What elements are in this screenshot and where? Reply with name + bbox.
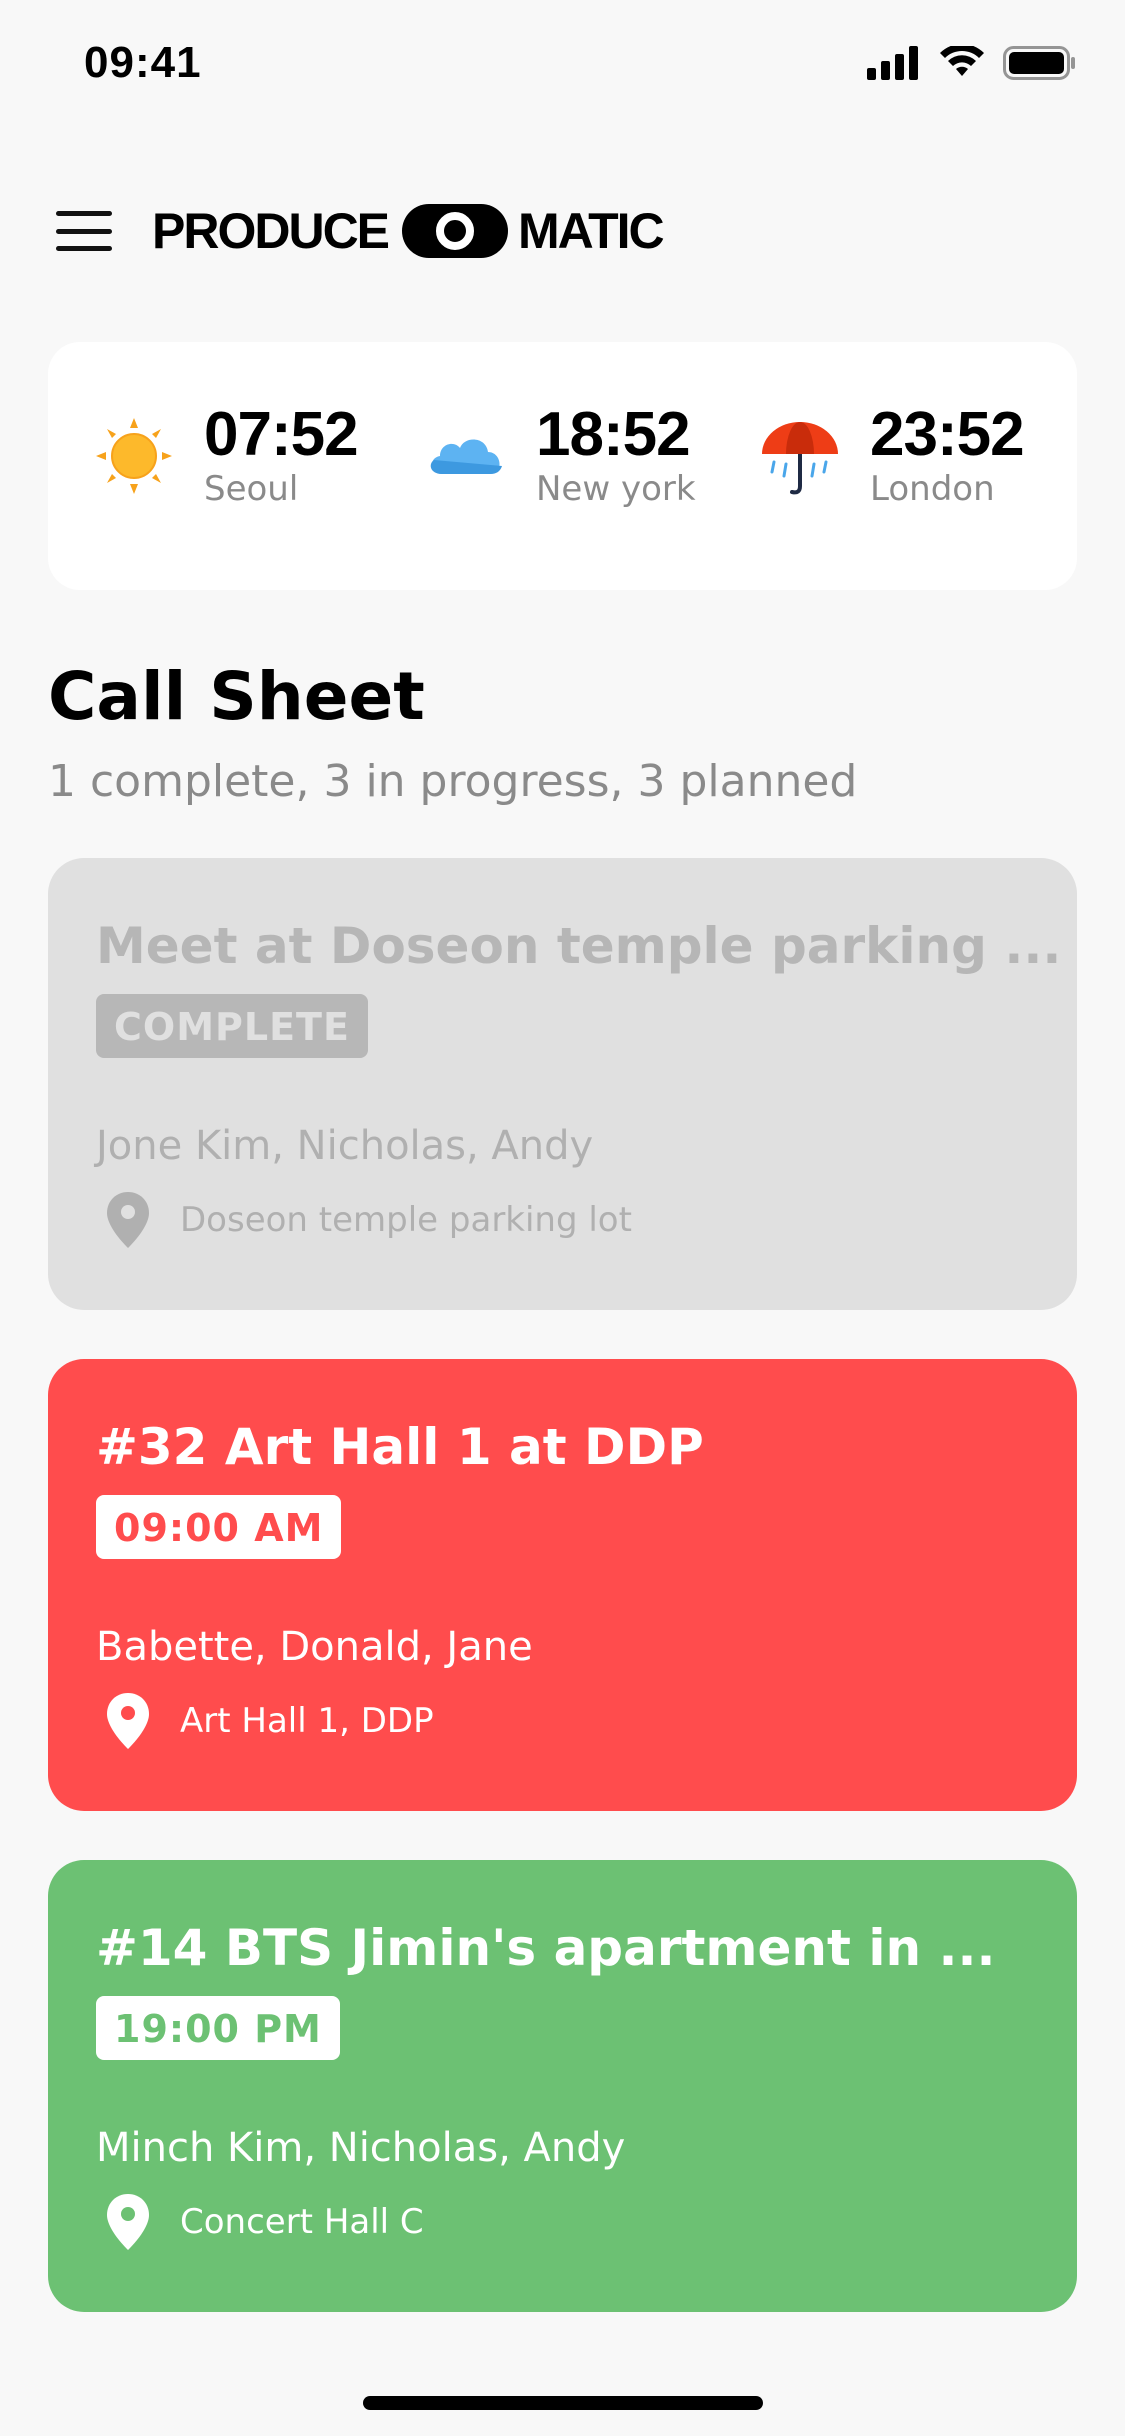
call-sheet-card[interactable]: Meet at Doseon temple parking ... COMPLE… — [48, 858, 1077, 1310]
weather-time: 07:52 — [204, 400, 359, 469]
umbrella-icon — [762, 422, 838, 495]
wifi-icon — [940, 46, 984, 76]
weather-city: Seoul — [204, 469, 299, 509]
call-sheet-summary: 1 complete, 3 in progress, 3 planned — [48, 756, 858, 807]
weather-city: London — [870, 469, 995, 509]
weather-item-new-york: 18:52 New york — [424, 402, 696, 510]
card-people: Jone Kim, Nicholas, Andy — [96, 1123, 594, 1169]
card-title: Meet at Doseon temple parking ... — [96, 917, 1062, 975]
card-location: Art Hall 1, DDP — [96, 1691, 1029, 1751]
card-people: Babette, Donald, Jane — [96, 1624, 533, 1670]
weather-time: 18:52 — [536, 400, 691, 469]
card-people: Minch Kim, Nicholas, Andy — [96, 2125, 626, 2171]
app-logo: PRODUCE MATIC — [152, 202, 665, 260]
location-pin-icon — [107, 2194, 149, 2250]
page-title: Call Sheet — [48, 658, 425, 735]
time-badge: 09:00 AM — [96, 1495, 342, 1559]
status-badge: COMPLETE — [96, 994, 368, 1058]
status-bar: 09:41 — [0, 0, 1125, 140]
sun-icon — [96, 418, 172, 494]
weather-city: New york — [536, 469, 696, 509]
weather-item-london: 23:52 London — [758, 400, 1025, 510]
status-icons — [867, 46, 1077, 80]
card-location: Concert Hall C — [96, 2192, 1029, 2252]
logo-mark-icon — [402, 204, 509, 258]
signal-icon — [867, 46, 918, 80]
card-title: #14 BTS Jimin's apartment in ... — [96, 1919, 996, 1977]
cloud-icon — [430, 439, 502, 474]
hamburger-menu-icon[interactable] — [56, 211, 112, 251]
status-time: 09:41 — [84, 38, 202, 87]
weather-time: 23:52 — [870, 400, 1025, 469]
call-sheet-card[interactable]: #14 BTS Jimin's apartment in ... 19:00 P… — [48, 1860, 1077, 2312]
location-pin-icon — [107, 1192, 149, 1248]
card-location-label: Concert Hall C — [180, 2202, 424, 2242]
card-title: #32 Art Hall 1 at DDP — [96, 1418, 704, 1476]
world-clock-card: 07:52 Seoul 18:52 New york 23:52 London — [48, 342, 1077, 590]
home-indicator[interactable] — [363, 2396, 763, 2410]
logo-text-right: MATIC — [518, 203, 665, 259]
weather-item-seoul: 07:52 Seoul — [92, 400, 359, 510]
card-location: Doseon temple parking lot — [96, 1190, 1029, 1250]
location-pin-icon — [107, 1693, 149, 1749]
card-location-label: Art Hall 1, DDP — [180, 1701, 434, 1741]
card-location-label: Doseon temple parking lot — [180, 1200, 632, 1240]
call-sheet-card[interactable]: #32 Art Hall 1 at DDP 09:00 AM Babette, … — [48, 1359, 1077, 1811]
battery-icon — [1003, 46, 1075, 80]
app-header: PRODUCE MATIC — [56, 196, 665, 266]
time-badge: 19:00 PM — [96, 1996, 340, 2060]
logo-text-left: PRODUCE — [152, 203, 390, 259]
